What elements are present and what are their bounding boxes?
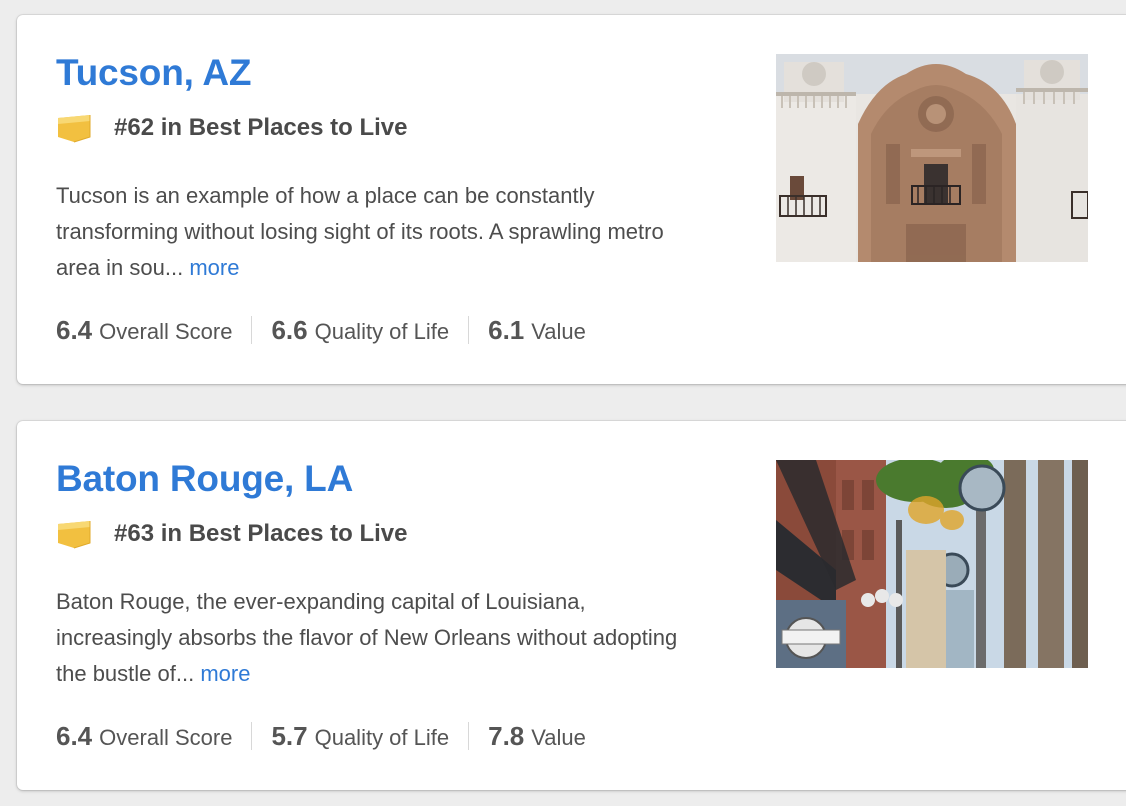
quality-of-life-value: 5.7 [271,720,308,751]
city-photo[interactable] [776,460,1088,668]
rank-row: #62 in Best Places to Live [56,111,407,145]
quality-of-life-label: Quality of Life [314,724,450,750]
quality-of-life-score: 6.6 Quality of Life [252,315,468,346]
quality-of-life-score: 5.7 Quality of Life [252,721,468,752]
city-title-link[interactable]: Tucson, AZ [56,51,252,95]
rank-label: #62 in Best Places to Live [114,114,408,141]
overall-score-value: 6.4 [56,314,93,345]
quality-of-life-label: Quality of Life [314,318,450,344]
more-link[interactable]: more [189,255,239,280]
quality-of-life-value: 6.6 [271,314,308,345]
overall-score-value: 6.4 [56,720,93,751]
overall-score: 6.4 Overall Score [56,721,251,752]
city-description: Baton Rouge, the ever-expanding capital … [56,584,686,692]
value-score-label: Value [531,318,586,344]
rank-row: #63 in Best Places to Live [56,517,407,551]
more-link[interactable]: more [200,661,250,686]
overall-score-label: Overall Score [99,724,233,750]
value-score: 7.8 Value [469,721,605,752]
value-score-label: Value [531,724,586,750]
value-score: 6.1 Value [469,315,605,346]
city-description: Tucson is an example of how a place can … [56,178,686,286]
ribbon-badge-icon [56,519,92,549]
score-row: 6.4 Overall Score 6.6 Quality of Life 6.… [56,312,605,348]
city-title-link[interactable]: Baton Rouge, LA [56,457,353,501]
ribbon-badge-icon [56,113,92,143]
overall-score: 6.4 Overall Score [56,315,251,346]
overall-score-label: Overall Score [99,318,233,344]
rank-label: #63 in Best Places to Live [114,520,408,547]
description-text: Tucson is an example of how a place can … [56,183,664,280]
description-text: Baton Rouge, the ever-expanding capital … [56,589,678,686]
city-card: Tucson, AZ #62 in Best Places to Live Tu… [17,15,1126,384]
city-card: Baton Rouge, LA #63 in Best Places to Li… [17,421,1126,790]
city-photo[interactable] [776,54,1088,262]
value-score-value: 6.1 [488,314,525,345]
score-row: 6.4 Overall Score 5.7 Quality of Life 7.… [56,718,605,754]
value-score-value: 7.8 [488,720,525,751]
